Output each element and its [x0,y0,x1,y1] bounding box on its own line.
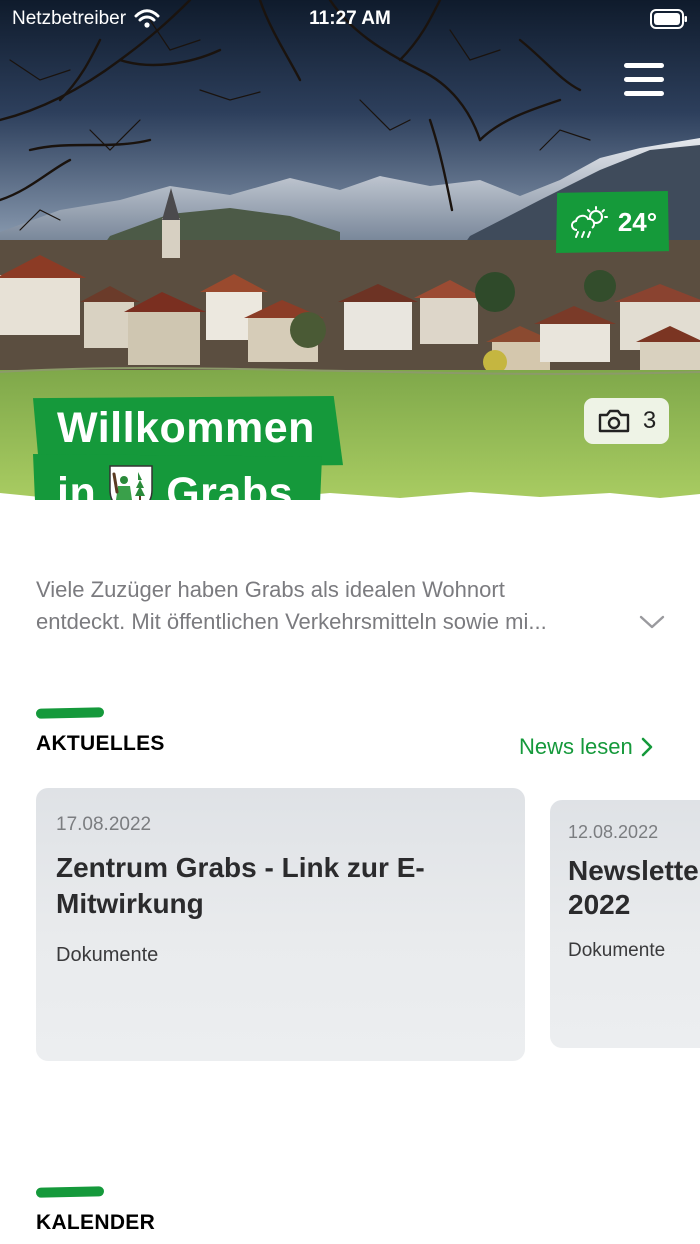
news-card[interactable]: 12.08.2022 Newslette 2022 Dokumente [550,800,700,1048]
welcome-prefix: in [57,468,97,501]
status-bar: Netzbetreiber 11:27 AM [0,0,700,36]
news-card-date: 12.08.2022 [568,822,659,842]
news-card-date: 17.08.2022 [56,814,152,835]
welcome-line-2: in Grabs [33,454,322,500]
news-card-title-line-1: Zentrum Grabs - Link zur E- [56,852,425,883]
photo-gallery-button[interactable]: 3 [584,398,669,444]
clock: 11:27 AM [309,8,391,29]
news-card-title-line-2: Mitwirkung [56,888,204,919]
chevron-down-icon[interactable] [638,610,666,634]
coat-of-arms-icon [109,465,153,500]
intro-line-1: Viele Zuzüger haben Grabs als idealen Wo… [36,577,505,602]
menu-button[interactable] [620,58,668,102]
news-card-category: Dokumente [56,944,159,966]
news-section-title: AKTUELLES [36,732,165,755]
news-read-label: News lesen [519,734,633,759]
news-card-category: Dokumente [568,940,666,961]
weather-badge[interactable]: 24° [556,191,669,253]
weather-temperature: 24° [617,206,658,237]
photo-count: 3 [642,407,657,434]
news-card-title-line-1: Newslette [568,855,699,886]
cloud-rain-sun-icon [570,206,608,238]
section-accent-bar [35,707,105,719]
welcome-town-name: Grabs [166,468,293,501]
news-card[interactable]: 17.08.2022 Zentrum Grabs - Link zur E- M… [36,788,525,1061]
calendar-section-title: KALENDER [36,1211,156,1234]
news-read-link[interactable]: News lesen [519,734,653,760]
intro-text: Viele Zuzüger haben Grabs als idealen Wo… [36,574,626,638]
section-accent-bar [35,1186,105,1198]
news-card-title: Zentrum Grabs - Link zur E- Mitwirkung [56,850,425,922]
chevron-right-icon [641,737,653,757]
camera-icon [598,409,630,433]
battery-icon [650,9,687,29]
news-card-title: Newslette 2022 [568,854,700,922]
news-card-title-line-2: 2022 [568,889,631,920]
hero-banner: Netzbetreiber 11:27 AM 24° 3 Willkommen … [0,0,700,500]
intro-line-2: entdeckt. Mit öffentlichen Verkehrsmitte… [36,609,547,634]
